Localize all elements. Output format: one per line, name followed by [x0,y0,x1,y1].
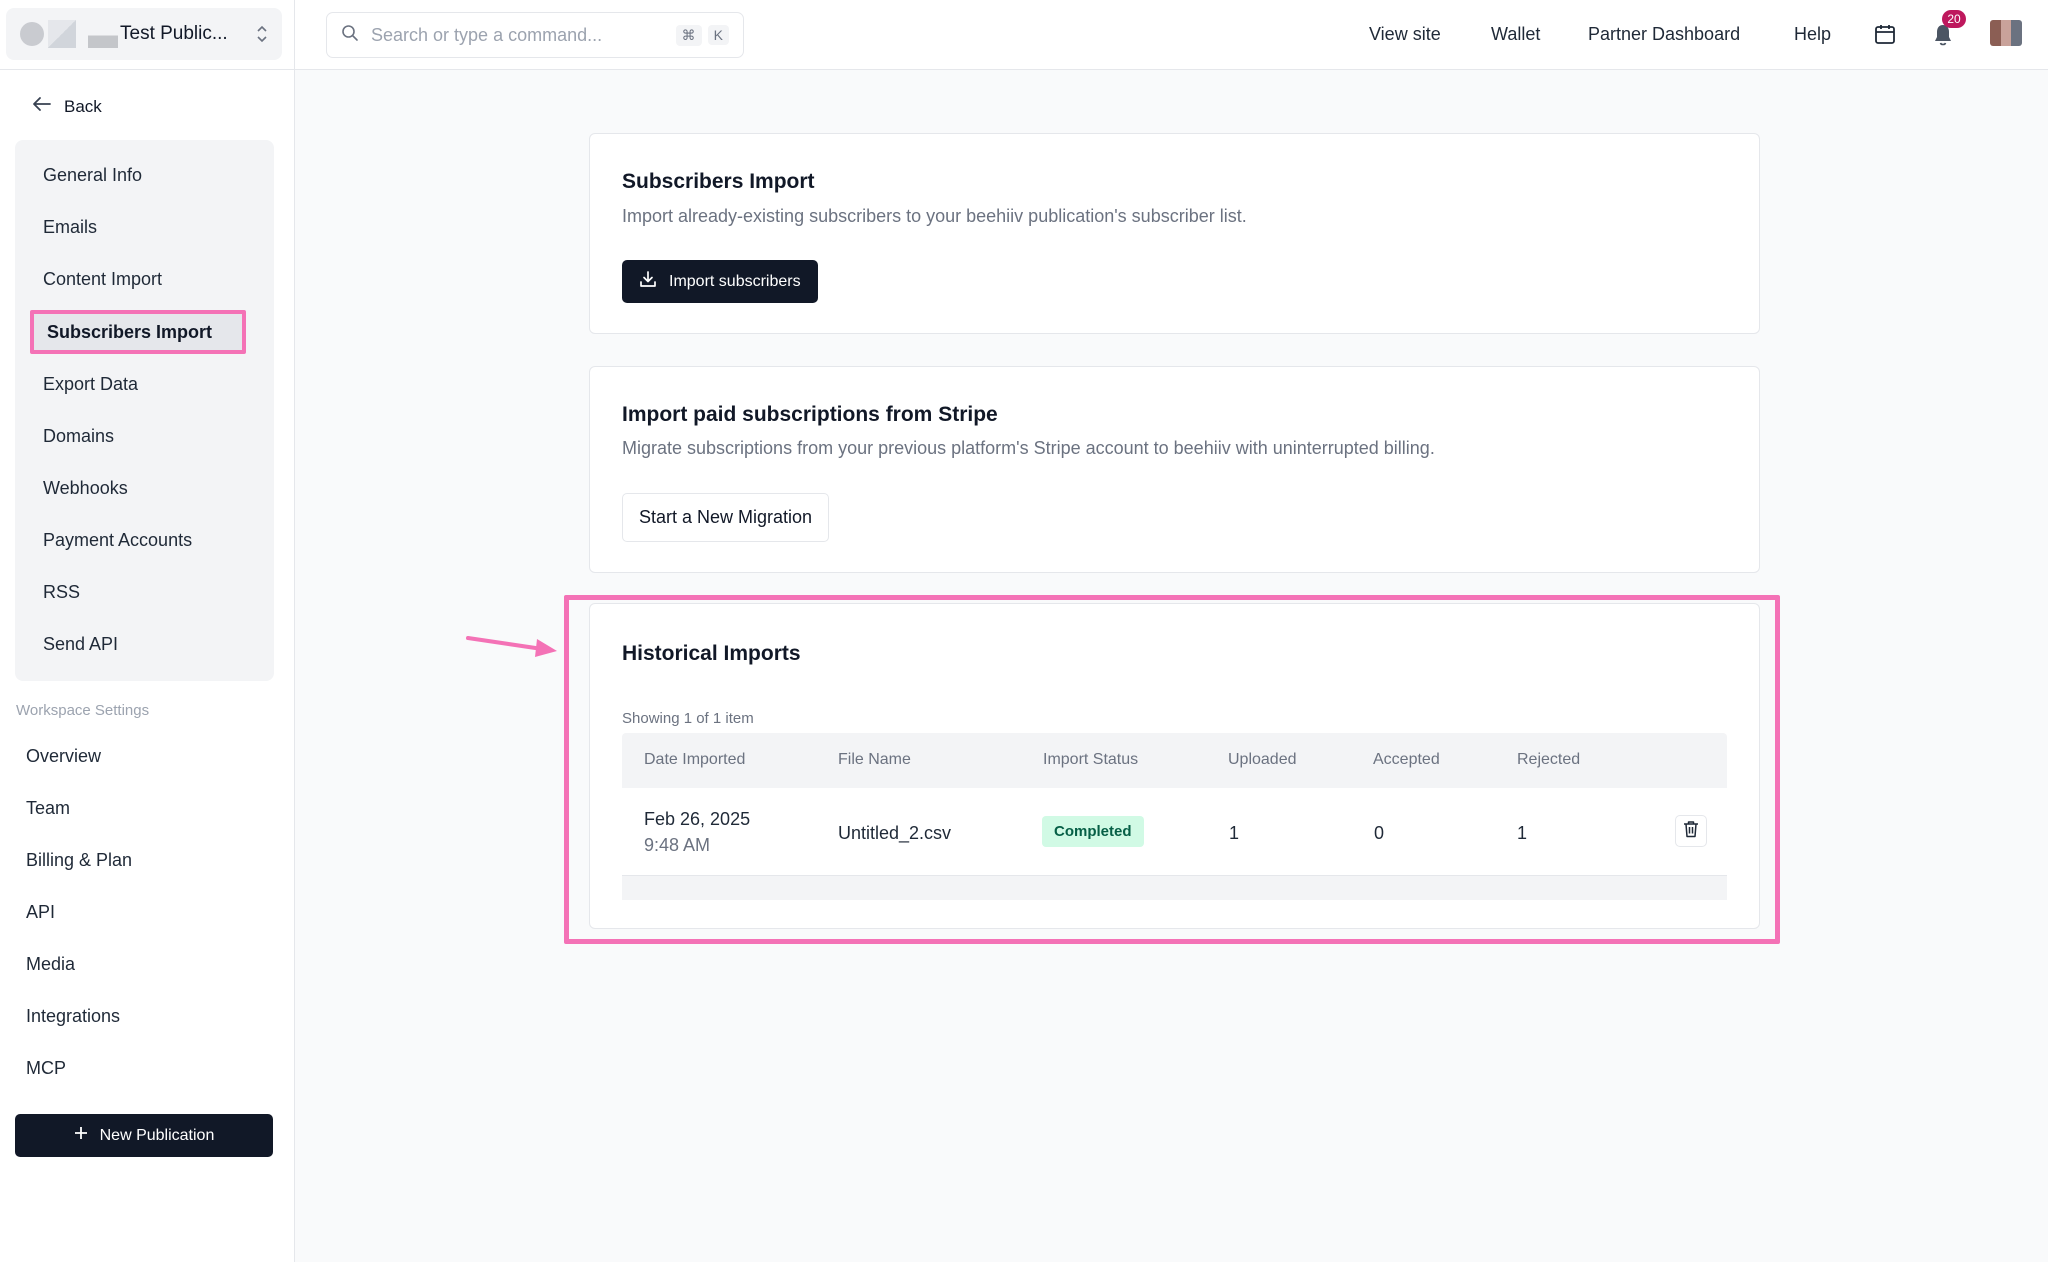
search-box[interactable]: ⌘ K [326,12,744,58]
delete-import-button[interactable] [1675,815,1707,847]
subscribers-import-description: Import already-existing subscribers to y… [622,206,1247,226]
divider [0,69,295,70]
publication-name: Test Public... [120,23,228,44]
sidebar-item-team[interactable]: Team [26,798,70,819]
stripe-import-description: Migrate subscriptions from your previous… [622,438,1435,458]
avatar[interactable] [1990,20,2022,46]
partner-dashboard-link[interactable]: Partner Dashboard [1588,24,1740,45]
import-subscribers-button[interactable]: Import subscribers [622,260,818,303]
row-accepted: 0 [1374,823,1385,843]
sidebar-item-domains[interactable]: Domains [43,426,114,447]
sidebar-item-payment-accounts[interactable]: Payment Accounts [43,530,192,551]
sidebar: Test Public... Back General Info Emails … [0,0,295,1262]
arrow-left-icon [32,96,52,117]
start-new-migration-button[interactable]: Start a New Migration [622,493,830,542]
search-icon [341,24,359,47]
column-accepted: Accepted [1373,751,1440,768]
plus-icon [74,1126,88,1145]
sidebar-item-integrations[interactable]: Integrations [26,1006,120,1027]
calendar-icon[interactable] [1873,22,1897,51]
sidebar-item-webhooks[interactable]: Webhooks [43,478,128,499]
sidebar-item-export-data[interactable]: Export Data [43,374,138,395]
row-uploaded: 1 [1229,823,1240,843]
row-time: 9:48 AM [644,835,711,855]
table-footer [622,876,1727,900]
shortcut-cmd: ⌘ [675,24,702,46]
column-date-imported: Date Imported [644,751,746,768]
back-label: Back [64,96,102,116]
download-icon [639,270,657,293]
showing-count: Showing 1 of 1 item [622,710,754,727]
column-import-status: Import Status [1043,751,1139,768]
shortcut-key: K [707,25,729,45]
imports-table: Date Imported File Name Import Status Up… [622,733,1727,900]
row-file-name: Untitled_2.csv [838,823,952,843]
import-subscribers-label: Import subscribers [669,272,801,290]
new-publication-label: New Publication [99,1126,215,1144]
column-file-name: File Name [838,751,911,768]
top-bar: ⌘ K View site Wallet Partner Dashboard H… [295,0,2048,70]
sidebar-item-overview[interactable]: Overview [26,746,101,767]
column-rejected: Rejected [1517,751,1581,768]
sidebar-item-subscribers-import[interactable]: Subscribers Import [30,310,246,354]
sidebar-item-media[interactable]: Media [26,954,75,975]
sidebar-item-billing-plan[interactable]: Billing & Plan [26,850,132,871]
trash-icon [1683,820,1699,843]
publication-switcher[interactable]: Test Public... [6,8,282,60]
row-rejected: 1 [1517,823,1528,843]
wallet-link[interactable]: Wallet [1491,24,1540,45]
help-link[interactable]: Help [1794,24,1831,45]
back-link[interactable]: Back [32,96,102,117]
row-date: Feb 26, 2025 [644,809,751,829]
workspace-settings-heading: Workspace Settings [16,702,150,719]
historical-imports-title: Historical Imports [622,642,801,665]
notification-badge: 20 [1942,10,1966,28]
publication-logo [20,20,118,48]
chevron-up-down-icon [256,24,268,44]
sidebar-item-api[interactable]: API [26,902,55,923]
sidebar-item-content-import[interactable]: Content Import [43,269,162,290]
subscribers-import-title: Subscribers Import [622,170,815,193]
sidebar-item-general-info[interactable]: General Info [43,165,142,186]
table-row: Feb 26, 2025 9:48 AM Untitled_2.csv Comp… [622,788,1727,876]
sidebar-item-rss[interactable]: RSS [43,582,80,603]
sidebar-item-emails[interactable]: Emails [43,217,97,238]
annotation-arrow-icon [466,636,557,657]
search-input[interactable] [371,24,670,46]
historical-imports-card: Historical Imports Showing 1 of 1 item D… [589,603,1760,929]
sidebar-item-send-api[interactable]: Send API [43,634,118,655]
stripe-import-title: Import paid subscriptions from Stripe [622,403,998,426]
table-header: Date Imported File Name Import Status Up… [622,733,1727,788]
stripe-import-card: Import paid subscriptions from Stripe Mi… [589,366,1760,573]
column-uploaded: Uploaded [1228,751,1297,768]
new-publication-button[interactable]: New Publication [15,1114,273,1157]
subscribers-import-card: Subscribers Import Import already-existi… [589,133,1760,334]
status-badge: Completed [1042,816,1144,847]
sidebar-item-mcp[interactable]: MCP [26,1058,66,1079]
view-site-link[interactable]: View site [1369,24,1441,45]
